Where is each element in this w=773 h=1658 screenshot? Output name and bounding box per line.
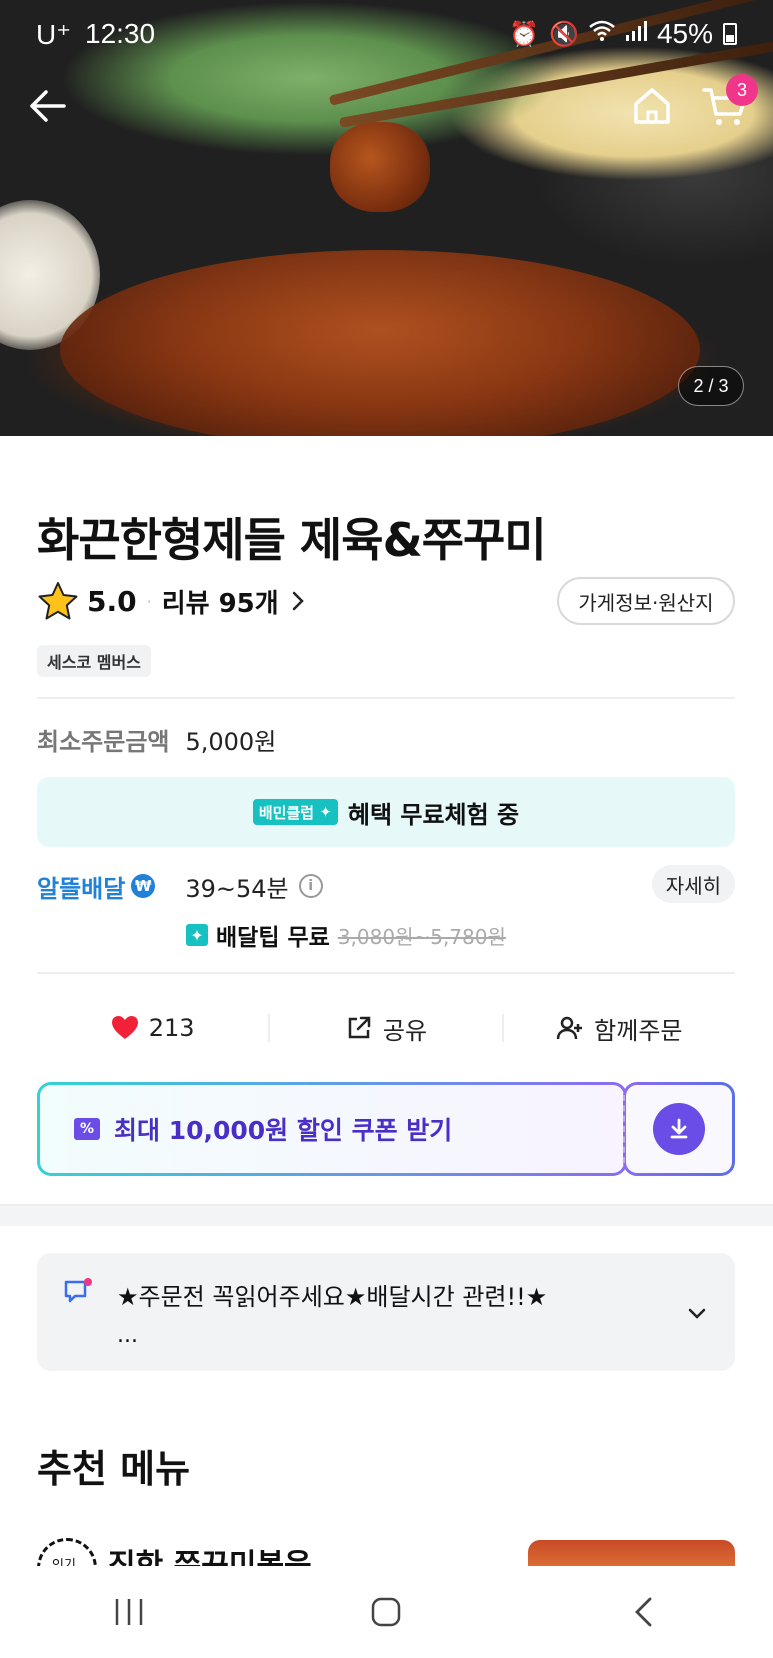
notice-ellipsis: ... bbox=[117, 1323, 138, 1348]
image-counter: 2 / 3 bbox=[678, 366, 744, 406]
carrier-label: U⁺ bbox=[36, 18, 71, 50]
share-icon bbox=[348, 1016, 371, 1039]
wifi-icon bbox=[589, 20, 615, 49]
baemin-club-badge: 배민클럽 ✦ bbox=[252, 799, 338, 825]
coupon-text: 최대 10,000원 할인 쿠폰 받기 bbox=[114, 1116, 453, 1145]
won-badge-icon: ₩ bbox=[131, 874, 156, 898]
star-icon bbox=[38, 582, 78, 620]
menu-item-thumbnail bbox=[528, 1540, 735, 1566]
mute-icon: 🔇 bbox=[549, 20, 579, 48]
signal-icon bbox=[625, 20, 647, 48]
group-order-label: 함께주문 bbox=[594, 1016, 683, 1045]
heart-icon bbox=[111, 1016, 138, 1039]
share-button[interactable]: 공유 bbox=[270, 1011, 501, 1046]
delivery-tip-free: 배달팁 무료 bbox=[216, 925, 330, 951]
like-button[interactable]: 213 bbox=[37, 1014, 268, 1042]
status-bar: U⁺ 12:30 ⏰ 🔇 45% bbox=[0, 0, 773, 68]
min-order-row: 최소주문금액 5,000원 bbox=[37, 722, 276, 757]
store-title: 화끈한형제들 제육&쭈꾸미 bbox=[37, 513, 547, 567]
coupon-download-area[interactable] bbox=[623, 1082, 735, 1176]
divider bbox=[37, 697, 735, 699]
store-info-button[interactable]: 가게정보·원산지 bbox=[557, 577, 735, 625]
download-icon[interactable] bbox=[653, 1103, 705, 1155]
delivery-tip-row: ✦ 배달팁 무료 3,080원~5,780원 bbox=[186, 918, 506, 952]
menu-item[interactable]: 인기 진한 쭈꾸미볶음 bbox=[0, 1532, 773, 1566]
battery-icon bbox=[723, 23, 737, 45]
action-bar: 213 공유 함께주문 bbox=[37, 1005, 735, 1051]
section-separator bbox=[0, 1204, 773, 1226]
clock: 12:30 bbox=[85, 17, 156, 49]
separator-dot: · bbox=[146, 591, 152, 611]
food-bite bbox=[330, 122, 430, 212]
group-order-button[interactable]: 함께주문 bbox=[504, 1011, 735, 1046]
chat-notice-icon bbox=[64, 1278, 92, 1303]
like-count: 213 bbox=[148, 1014, 195, 1042]
back-arrow-icon[interactable] bbox=[26, 84, 70, 128]
battery-percent: 45% bbox=[656, 18, 713, 49]
chevron-right-icon bbox=[292, 591, 304, 611]
baemin-club-text: 혜택 무료체험 중 bbox=[347, 800, 520, 829]
min-order-label: 최소주문금액 bbox=[37, 728, 170, 756]
home-icon[interactable] bbox=[630, 84, 674, 128]
delivery-type: 알뜰배달 bbox=[37, 874, 126, 903]
person-add-icon bbox=[556, 1016, 583, 1040]
cart-count-badge: 3 bbox=[726, 74, 758, 106]
share-label: 공유 bbox=[382, 1016, 428, 1045]
info-icon[interactable]: i bbox=[298, 874, 323, 898]
rating-value: 5.0 bbox=[87, 584, 137, 618]
chevron-down-icon[interactable] bbox=[685, 1301, 709, 1325]
delivery-time: 39~54분 bbox=[185, 874, 289, 903]
notice-text: ★주문전 꼭읽어주세요★배달시간 관련!!★ bbox=[117, 1283, 548, 1311]
min-order-value: 5,000원 bbox=[185, 728, 277, 756]
recent-apps-icon[interactable] bbox=[99, 1582, 159, 1642]
review-count[interactable]: 리뷰 95개 bbox=[162, 583, 279, 620]
sparkle-icon: ✦ bbox=[186, 924, 208, 946]
coupon-body[interactable]: % 최대 10,000원 할인 쿠폰 받기 bbox=[37, 1082, 627, 1176]
delivery-detail-button[interactable]: 자세히 bbox=[651, 865, 735, 903]
hero-nav: 3 bbox=[0, 74, 773, 130]
system-nav-bar bbox=[0, 1566, 773, 1658]
popular-badge-label: 인기 bbox=[52, 1558, 76, 1566]
delivery-row: 알뜰배달 ₩ 39~54분 i 자세히 bbox=[37, 865, 735, 907]
coupon-banner[interactable]: % 최대 10,000원 할인 쿠폰 받기 bbox=[37, 1082, 735, 1176]
divider bbox=[37, 972, 735, 974]
back-nav-icon[interactable] bbox=[614, 1582, 674, 1642]
home-nav-icon[interactable] bbox=[356, 1582, 416, 1642]
food-dish bbox=[60, 250, 700, 436]
delivery-tip-original: 3,080원~5,780원 bbox=[337, 924, 506, 949]
menu-item-name: 진한 쭈꾸미볶음 bbox=[108, 1548, 312, 1566]
store-notice[interactable]: ★주문전 꼭읽어주세요★배달시간 관련!!★ ... bbox=[37, 1253, 735, 1371]
percent-icon: % bbox=[74, 1118, 100, 1140]
cesco-member-tag: 세스코 멤버스 bbox=[37, 645, 151, 677]
recommended-menu-title: 추천 메뉴 bbox=[37, 1447, 191, 1491]
alarm-icon: ⏰ bbox=[509, 20, 540, 48]
baemin-club-banner[interactable]: 배민클럽 ✦ 혜택 무료체험 중 bbox=[37, 777, 735, 847]
